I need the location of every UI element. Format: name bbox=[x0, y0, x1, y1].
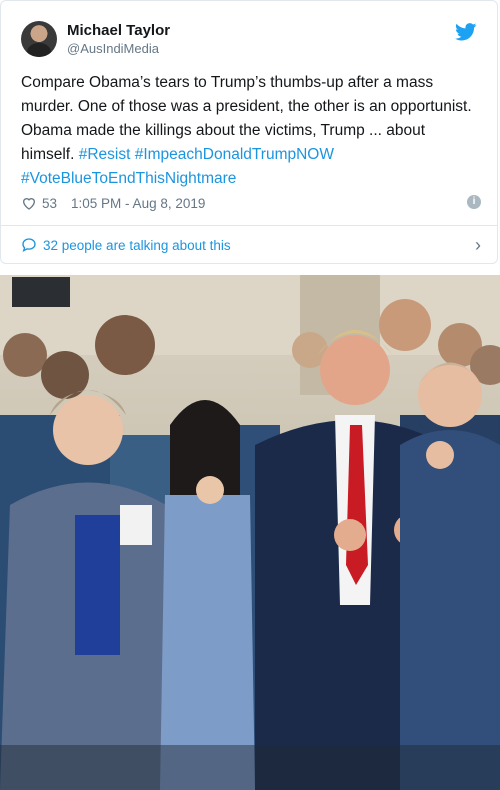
talking-label[interactable]: 32 people are talking about this bbox=[43, 238, 231, 253]
tweet-card[interactable]: Michael Taylor @AusIndiMedia Compare Oba… bbox=[0, 0, 498, 264]
attached-photo[interactable] bbox=[0, 275, 500, 790]
tweet-meta: 53 1:05 PM - Aug 8, 2019 i bbox=[21, 193, 481, 213]
twitter-bird-icon[interactable] bbox=[455, 23, 477, 41]
conversation-link[interactable]: 32 people are talking about this › bbox=[21, 235, 481, 255]
like-count[interactable]: 53 bbox=[42, 196, 57, 211]
speech-bubble-icon bbox=[22, 238, 36, 253]
author-handle[interactable]: @AusIndiMedia bbox=[67, 41, 159, 56]
hashtag-voteblue[interactable]: #VoteBlueToEndThisNightmare bbox=[21, 170, 236, 187]
info-icon[interactable]: i bbox=[467, 195, 481, 209]
hashtag-impeach[interactable]: #ImpeachDonaldTrumpNOW bbox=[135, 146, 334, 163]
hashtag-resist[interactable]: #Resist bbox=[79, 146, 131, 163]
heart-icon[interactable] bbox=[21, 195, 37, 211]
tweet-text: Compare Obama’s tears to Trump’s thumbs-… bbox=[21, 71, 481, 191]
divider bbox=[1, 225, 497, 226]
author-name[interactable]: Michael Taylor bbox=[67, 22, 170, 39]
photo-illustration bbox=[0, 275, 500, 790]
chevron-right-icon[interactable]: › bbox=[475, 235, 481, 255]
tweet-timestamp[interactable]: 1:05 PM - Aug 8, 2019 bbox=[71, 196, 205, 211]
author-avatar[interactable] bbox=[21, 21, 57, 57]
